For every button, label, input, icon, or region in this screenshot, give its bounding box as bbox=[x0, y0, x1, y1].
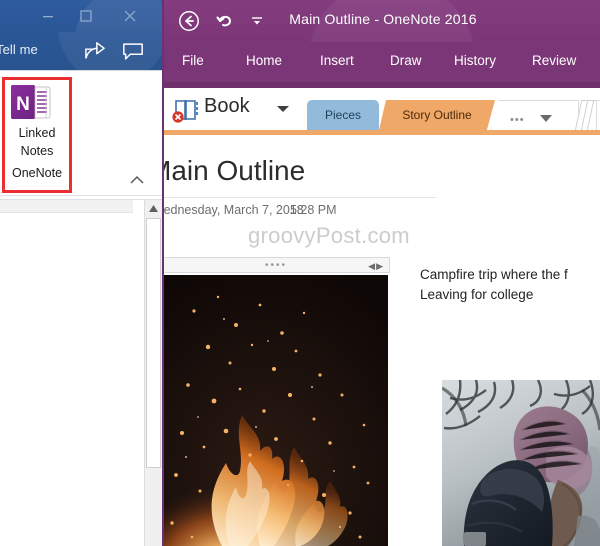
grip-dots-icon: •••• bbox=[264, 260, 288, 271]
share-icon bbox=[85, 42, 105, 59]
campfire-photo[interactable] bbox=[164, 275, 388, 546]
minimize-icon bbox=[43, 16, 53, 18]
onenote-logo-icon: N bbox=[11, 85, 51, 119]
watermark: groovyPost.com bbox=[248, 223, 410, 248]
content-block-campfire[interactable]: •••• ◀▶ bbox=[164, 257, 390, 546]
content-block-handle[interactable]: •••• ◀▶ bbox=[164, 257, 390, 273]
window-title: Main Outline - OneNote 2016 bbox=[289, 11, 477, 27]
outlook-ribbon-body: N Linked Notes OneNote bbox=[0, 70, 162, 546]
linked-notes-caption: OneNote bbox=[11, 166, 63, 180]
outlook-content-pane bbox=[0, 199, 162, 546]
tab-draw[interactable]: Draw bbox=[390, 53, 422, 68]
chevron-up-icon bbox=[130, 175, 144, 184]
campfire-photo-art bbox=[164, 275, 388, 546]
comment-icon bbox=[123, 42, 143, 60]
section-tab-story-outline[interactable]: Story Outline bbox=[379, 100, 495, 130]
onenote-window: Main Outline - OneNote 2016 File Home In… bbox=[162, 0, 600, 546]
more-sections-dots: ••• bbox=[510, 114, 525, 126]
section-tab-pieces[interactable]: Pieces bbox=[307, 100, 379, 130]
onenote-page-canvas[interactable]: Main Outline Wednesday, March 7, 2018 5:… bbox=[164, 135, 600, 546]
linked-notes-button[interactable]: N Linked Notes OneNote bbox=[2, 77, 72, 193]
outlook-window: Tell me N Linked Notes OneNote bbox=[0, 0, 162, 546]
screenshot-root: Tell me N Linked Notes OneNote Main Outl… bbox=[0, 0, 600, 546]
page-date: Wednesday, March 7, 2018 bbox=[164, 203, 304, 217]
more-sections-tab[interactable]: ••• bbox=[491, 100, 579, 130]
ribbon-divider bbox=[0, 195, 162, 196]
comment-button[interactable] bbox=[120, 38, 146, 64]
tab-review[interactable]: Review bbox=[532, 53, 576, 68]
svg-text:N: N bbox=[16, 94, 30, 115]
scroll-up-arrow-icon bbox=[149, 205, 158, 212]
tell-me-search[interactable]: Tell me bbox=[0, 42, 38, 57]
scrollbar-thumb[interactable] bbox=[146, 218, 161, 468]
outlook-toolbar: Tell me bbox=[0, 32, 162, 70]
notebook-sync-error-icon[interactable] bbox=[172, 98, 200, 124]
page-title-rule bbox=[164, 197, 436, 198]
add-section-button[interactable] bbox=[596, 100, 600, 131]
collapse-ribbon-button[interactable] bbox=[126, 169, 148, 191]
tab-file[interactable]: File bbox=[182, 53, 204, 68]
outlook-content-header bbox=[0, 200, 133, 213]
maximize-icon bbox=[80, 10, 92, 22]
maximize-button[interactable] bbox=[64, 0, 108, 32]
notebook-name[interactable]: Book bbox=[204, 95, 250, 118]
winter-person-photo-art bbox=[442, 380, 600, 546]
note-text-block[interactable]: Campfire trip where the f Leaving for co… bbox=[420, 265, 600, 306]
linked-notes-label-line2: Notes bbox=[20, 144, 54, 158]
tab-history[interactable]: History bbox=[454, 53, 496, 68]
note-line: Leaving for college bbox=[420, 287, 534, 303]
horizontal-resize-arrows-icon[interactable]: ◀▶ bbox=[368, 261, 384, 272]
onenote-navigation-bar: Book Pieces Story Outline ••• bbox=[164, 88, 600, 134]
close-icon bbox=[124, 10, 136, 22]
note-line: Campfire trip where the f bbox=[420, 267, 568, 282]
page-time: 5:28 PM bbox=[290, 203, 337, 217]
linked-notes-label-line1: Linked bbox=[18, 126, 56, 140]
chevron-down-icon[interactable] bbox=[276, 104, 290, 114]
chevron-down-icon bbox=[540, 115, 552, 122]
winter-person-photo[interactable] bbox=[442, 380, 600, 546]
outlook-scrollbar[interactable] bbox=[144, 200, 162, 546]
onenote-ribbon-tabs: File Home Insert Draw History Review bbox=[164, 42, 600, 82]
close-button[interactable] bbox=[108, 0, 152, 32]
tab-home[interactable]: Home bbox=[246, 53, 282, 68]
share-button[interactable] bbox=[82, 38, 108, 64]
tab-insert[interactable]: Insert bbox=[320, 53, 354, 68]
outlook-titlebar bbox=[0, 0, 162, 32]
scroll-up-button[interactable] bbox=[145, 200, 162, 217]
page-title[interactable]: Main Outline bbox=[164, 155, 305, 187]
onenote-titlebar: Main Outline - OneNote 2016 bbox=[164, 0, 600, 42]
